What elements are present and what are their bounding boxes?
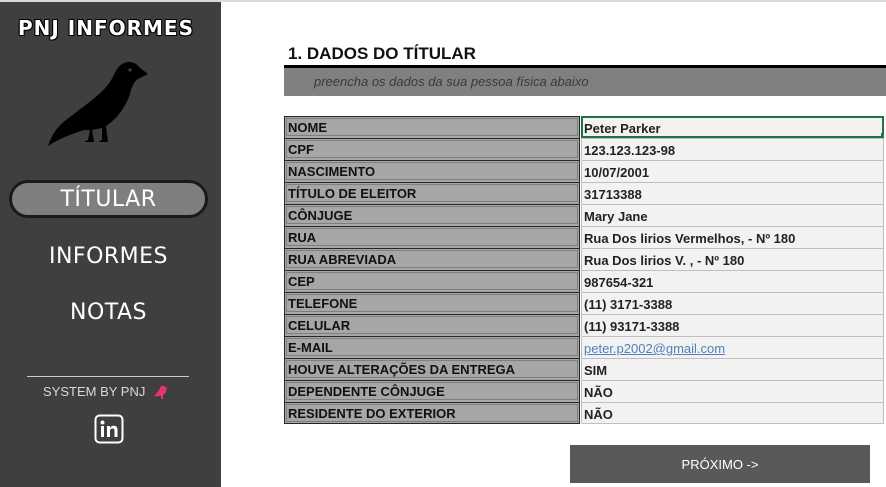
form-row-titulo-eleitor: TÍTULO DE ELEITOR 31713388 (284, 182, 886, 204)
field-label: CELULAR (284, 314, 580, 336)
subtitle-bar: preencha os dados da sua pessoa física a… (284, 68, 886, 96)
section-subtitle: preencha os dados da sua pessoa física a… (314, 74, 589, 89)
sidebar-divider (27, 376, 189, 377)
form-row-email: E-MAIL peter.p2002@gmail.com (284, 336, 886, 358)
pink-bird-icon (153, 385, 168, 400)
dependente-conjuge-field[interactable]: NÃO (581, 380, 884, 402)
form-row-cep: CEP 987654-321 (284, 270, 886, 292)
field-label: RUA (284, 226, 580, 248)
nav-notas[interactable]: NOTAS (9, 293, 208, 331)
field-label: NASCIMENTO (284, 160, 580, 182)
email-link[interactable]: peter.p2002@gmail.com (581, 336, 884, 358)
form-row-residente-exterior: RESIDENTE DO EXTERIOR NÃO (284, 402, 886, 424)
next-button[interactable]: PRÓXIMO -> (570, 445, 870, 483)
form-row-rua-abreviada: RUA ABREVIADA Rua Dos lirios V. , - Nº 1… (284, 248, 886, 270)
bird-silhouette-icon (48, 61, 148, 147)
field-label: CPF (284, 138, 580, 160)
form-row-conjuge: CÔNJUGE Mary Jane (284, 204, 886, 226)
form-row-celular: CELULAR (11) 93171-3388 (284, 314, 886, 336)
field-label: HOUVE ALTERAÇÕES DA ENTREGA ANTERIOR (284, 358, 580, 392)
field-label: CEP (284, 270, 580, 292)
nome-field[interactable]: Peter Parker (581, 116, 884, 138)
cpf-field[interactable]: 123.123.123-98 (581, 138, 884, 160)
form-row-dependente-conjuge: DEPENDENTE CÔNJUGE NÃO (284, 380, 886, 402)
brand-title: PNJ INFORMES (17, 16, 194, 40)
alteracoes-field[interactable]: SIM (581, 358, 884, 380)
field-label: TÍTULO DE ELEITOR (284, 182, 580, 204)
residente-exterior-field[interactable]: NÃO (581, 402, 884, 424)
field-label: RUA ABREVIADA (284, 248, 580, 270)
linkedin-icon[interactable] (94, 414, 124, 444)
field-label: TELEFONE (284, 292, 580, 314)
form-row-alteracoes: HOUVE ALTERAÇÕES DA ENTREGA ANTERIOR SIM (284, 358, 886, 392)
field-label: RESIDENTE DO EXTERIOR (284, 402, 580, 424)
cep-field[interactable]: 987654-321 (581, 270, 884, 292)
form-row-rua: RUA Rua Dos lirios Vermelhos, - Nº 180 (284, 226, 886, 248)
conjuge-field[interactable]: Mary Jane (581, 204, 884, 226)
system-by-text: SYSTEM BY PNJ (43, 384, 146, 399)
rua-abreviada-field[interactable]: Rua Dos lirios V. , - Nº 180 (581, 248, 884, 270)
nascimento-field[interactable]: 10/07/2001 (581, 160, 884, 182)
nav-titular[interactable]: TÍTULAR (9, 180, 208, 218)
form-row-nome: NOME Peter Parker (284, 116, 886, 138)
telefone-field[interactable]: (11) 3171-3388 (581, 292, 884, 314)
form-row-cpf: CPF 123.123.123-98 (284, 138, 886, 160)
rua-field[interactable]: Rua Dos lirios Vermelhos, - Nº 180 (581, 226, 884, 248)
form-row-nascimento: NASCIMENTO 10/07/2001 (284, 160, 886, 182)
field-label: NOME (284, 116, 580, 138)
nav-informes[interactable]: INFORMES (9, 237, 208, 275)
field-label: DEPENDENTE CÔNJUGE (284, 380, 580, 402)
titulo-eleitor-field[interactable]: 31713388 (581, 182, 884, 204)
sidebar: PNJ INFORMES TÍTULAR INFORMES NOTAS SYST… (0, 2, 221, 487)
field-value: Peter Parker (584, 121, 661, 136)
celular-field[interactable]: (11) 93171-3388 (581, 314, 884, 336)
section-title: 1. DADOS DO TÍTULAR (288, 44, 476, 63)
form-row-telefone: TELEFONE (11) 3171-3388 (284, 292, 886, 314)
field-label: CÔNJUGE (284, 204, 580, 226)
field-label: E-MAIL (284, 336, 580, 358)
system-by-label: SYSTEM BY PNJ (0, 384, 212, 400)
titular-form: NOME Peter Parker CPF 123.123.123-98 NAS… (284, 116, 886, 424)
